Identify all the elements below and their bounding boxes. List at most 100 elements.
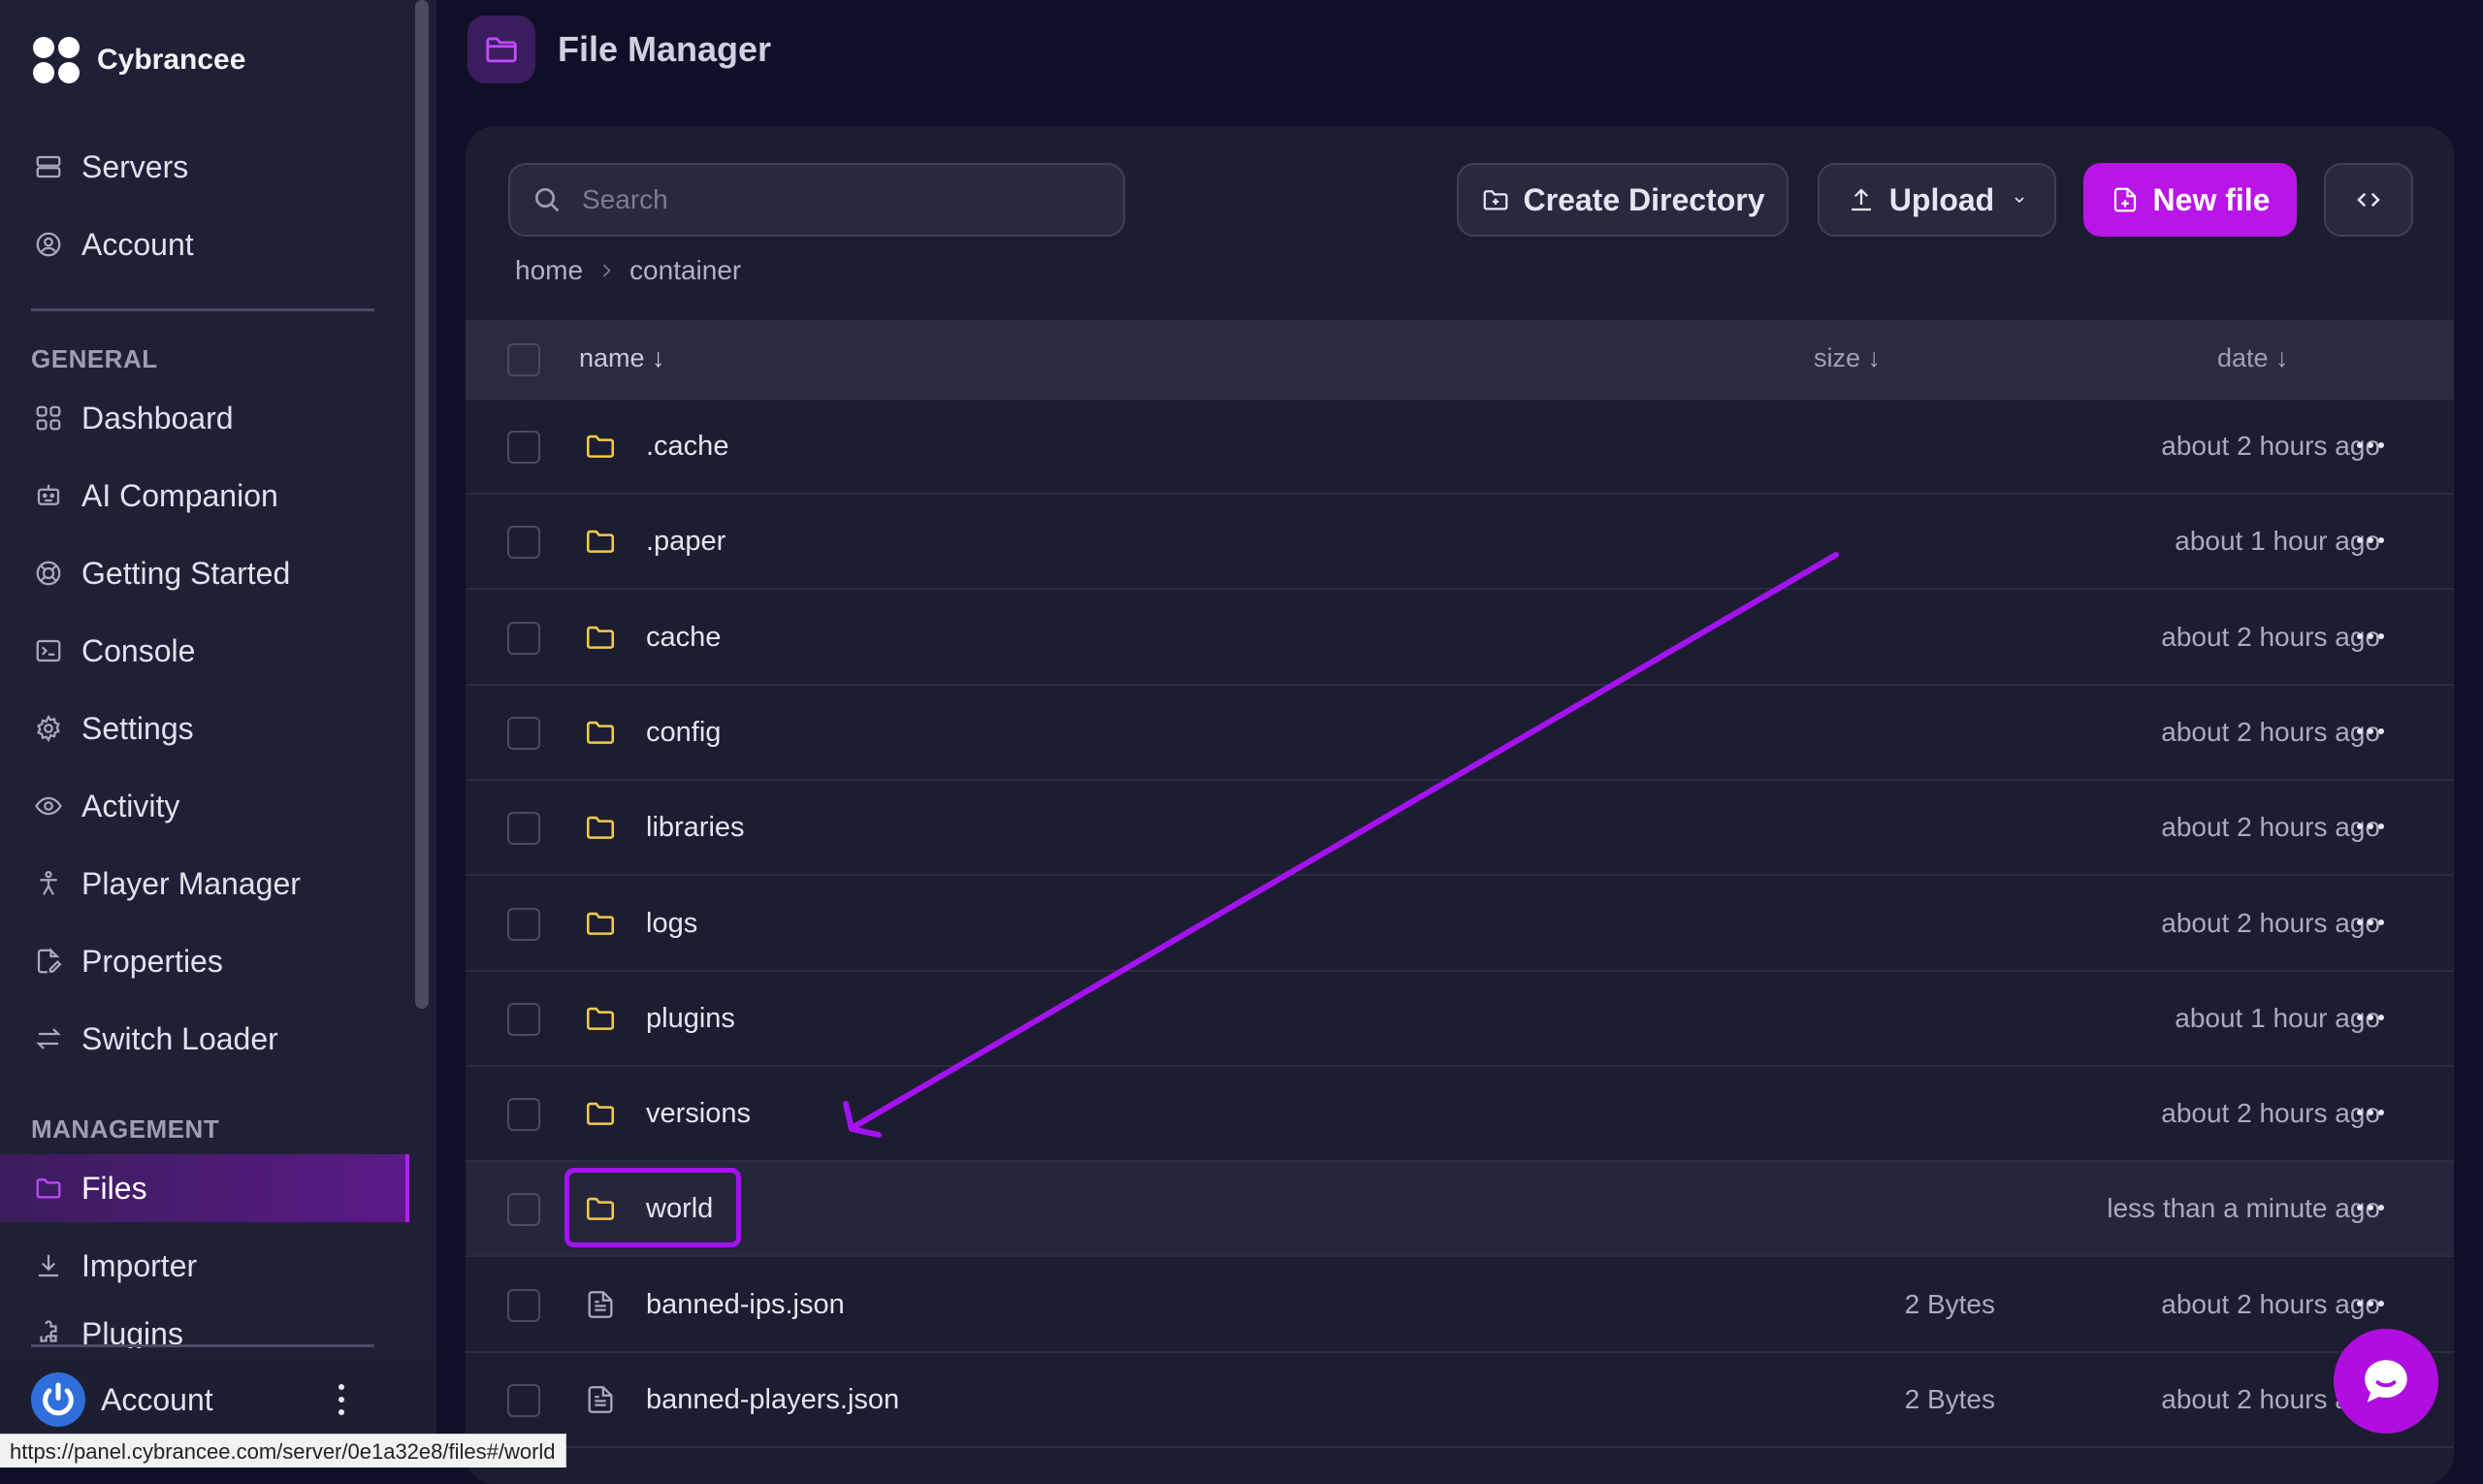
table-header: name ↓ size ↓ date ↓ bbox=[466, 320, 2454, 400]
code-icon bbox=[2357, 192, 2380, 208]
row-checkbox[interactable] bbox=[507, 1002, 540, 1036]
sidebar-section-general: GENERAL bbox=[31, 344, 158, 373]
edit-document-icon bbox=[31, 944, 66, 979]
more-options-icon[interactable] bbox=[2357, 537, 2384, 544]
row-checkbox[interactable] bbox=[507, 526, 540, 560]
select-all-checkbox[interactable] bbox=[507, 343, 540, 376]
more-options-icon[interactable] bbox=[2357, 727, 2384, 734]
file-name[interactable]: versions bbox=[646, 1098, 751, 1130]
row-checkbox[interactable] bbox=[507, 907, 540, 941]
table-row[interactable]: .cache about 2 hours ago bbox=[466, 400, 2454, 495]
row-checkbox[interactable] bbox=[507, 431, 540, 464]
file-name[interactable]: plugins bbox=[646, 1003, 735, 1035]
create-directory-button[interactable]: Create Directory bbox=[1457, 163, 1789, 237]
account-menu-icon[interactable] bbox=[330, 1378, 353, 1421]
sidebar-item-label: Settings bbox=[81, 710, 194, 746]
row-checkbox[interactable] bbox=[507, 621, 540, 655]
column-header-date[interactable]: date ↓ bbox=[2217, 343, 2289, 373]
more-options-icon[interactable] bbox=[2357, 1110, 2384, 1116]
table-row[interactable]: world less than a minute ago bbox=[466, 1162, 2454, 1258]
sidebar-item-properties[interactable]: Properties bbox=[31, 927, 409, 995]
table-row[interactable]: plugins about 1 hour ago bbox=[466, 972, 2454, 1067]
more-options-icon[interactable] bbox=[2357, 442, 2384, 448]
new-file-button[interactable]: New file bbox=[2083, 163, 2297, 237]
chat-button[interactable] bbox=[2334, 1329, 2438, 1434]
folder-icon bbox=[584, 1192, 617, 1225]
folder-icon bbox=[584, 811, 617, 844]
sidebar-item-settings[interactable]: Settings bbox=[31, 694, 409, 762]
sidebar-item-plugins[interactable]: Plugins bbox=[31, 1300, 409, 1348]
search-box[interactable] bbox=[508, 163, 1125, 237]
file-name[interactable]: cache bbox=[646, 622, 721, 654]
file-name[interactable]: logs bbox=[646, 908, 697, 940]
breadcrumb-container[interactable]: container bbox=[629, 255, 741, 286]
person-icon bbox=[31, 866, 66, 901]
search-icon bbox=[535, 188, 560, 212]
row-checkbox[interactable] bbox=[507, 1193, 540, 1227]
more-options-icon[interactable] bbox=[2357, 823, 2384, 830]
upload-label: Upload bbox=[1888, 181, 1995, 217]
sidebar-item-files[interactable]: Files bbox=[31, 1154, 409, 1222]
table-row[interactable]: banned-ips.json 2 Bytes about 2 hours ago bbox=[466, 1258, 2454, 1353]
column-header-name[interactable]: name ↓ bbox=[579, 343, 665, 373]
more-options-icon[interactable] bbox=[2357, 919, 2384, 925]
folder-icon bbox=[584, 907, 617, 940]
sidebar-item-ai-companion[interactable]: AI Companion bbox=[31, 462, 409, 530]
sidebar-item-activity[interactable]: Activity bbox=[31, 772, 409, 840]
more-options-icon[interactable] bbox=[2357, 1300, 2384, 1307]
brand-logo[interactable]: Cybrancee bbox=[31, 35, 245, 85]
row-checkbox[interactable] bbox=[507, 716, 540, 750]
search-input[interactable] bbox=[580, 183, 1108, 216]
more-options-icon[interactable] bbox=[2357, 1014, 2384, 1020]
file-name[interactable]: libraries bbox=[646, 812, 745, 844]
lifebuoy-icon bbox=[31, 556, 66, 591]
row-checkbox[interactable] bbox=[507, 1288, 540, 1322]
file-name[interactable]: world bbox=[646, 1193, 713, 1225]
sidebar-item-label: Activity bbox=[81, 788, 180, 823]
file-icon bbox=[584, 1288, 617, 1321]
sidebar-item-dashboard[interactable]: Dashboard bbox=[31, 384, 409, 452]
table-row[interactable]: cache about 2 hours ago bbox=[466, 591, 2454, 686]
sidebar-item-label: Dashboard bbox=[81, 400, 234, 436]
row-checkbox[interactable] bbox=[507, 1384, 540, 1417]
brand-logo-icon bbox=[33, 37, 80, 83]
table-row[interactable]: logs about 2 hours ago bbox=[466, 877, 2454, 972]
file-name[interactable]: banned-players.json bbox=[646, 1384, 899, 1416]
more-options-icon[interactable] bbox=[2357, 1205, 2384, 1211]
breadcrumb: home container bbox=[515, 255, 741, 286]
table-row[interactable]: config about 2 hours ago bbox=[466, 686, 2454, 781]
table-row[interactable]: versions about 2 hours ago bbox=[466, 1067, 2454, 1163]
servers-icon bbox=[31, 149, 66, 184]
row-checkbox[interactable] bbox=[507, 812, 540, 846]
sidebar-item-account[interactable]: Account bbox=[31, 210, 409, 278]
avatar[interactable] bbox=[31, 1372, 85, 1427]
row-checkbox[interactable] bbox=[507, 1098, 540, 1132]
sidebar-item-getting-started[interactable]: Getting Started bbox=[31, 539, 409, 607]
column-header-size[interactable]: size ↓ bbox=[1814, 343, 1881, 373]
breadcrumb-home[interactable]: home bbox=[515, 255, 583, 286]
file-name[interactable]: banned-ips.json bbox=[646, 1289, 845, 1321]
sidebar-item-label: Properties bbox=[81, 943, 223, 979]
code-view-button[interactable] bbox=[2324, 163, 2413, 237]
upload-button[interactable]: Upload bbox=[1818, 163, 2056, 237]
sidebar-item-importer[interactable]: Importer bbox=[31, 1232, 409, 1300]
more-options-icon[interactable] bbox=[2357, 632, 2384, 639]
sidebar-item-player-manager[interactable]: Player Manager bbox=[31, 850, 409, 918]
table-row[interactable]: libraries about 2 hours ago bbox=[466, 781, 2454, 877]
file-name[interactable]: .paper bbox=[646, 526, 726, 558]
robot-icon bbox=[31, 478, 66, 513]
sidebar-item-label: Plugins bbox=[81, 1315, 183, 1349]
file-name[interactable]: .cache bbox=[646, 431, 728, 463]
sidebar-scrollbar[interactable] bbox=[415, 0, 429, 1009]
sidebar-item-servers[interactable]: Servers bbox=[31, 133, 409, 201]
sidebar-item-console[interactable]: Console bbox=[31, 617, 409, 685]
file-date: about 2 hours ago bbox=[2161, 1098, 2380, 1129]
sidebar-item-switch-loader[interactable]: Switch Loader bbox=[31, 1005, 409, 1073]
file-date: about 2 hours ago bbox=[2161, 1288, 2380, 1319]
file-manager-panel: Create Directory Upload New file home co… bbox=[466, 126, 2454, 1484]
table-row[interactable]: .paper about 1 hour ago bbox=[466, 495, 2454, 591]
switch-arrows-icon bbox=[31, 1021, 66, 1056]
table-row[interactable]: banned-players.json 2 Bytes about 2 hours … bbox=[466, 1353, 2454, 1448]
file-name[interactable]: config bbox=[646, 717, 721, 749]
file-date: about 2 hours ago bbox=[2161, 907, 2380, 938]
